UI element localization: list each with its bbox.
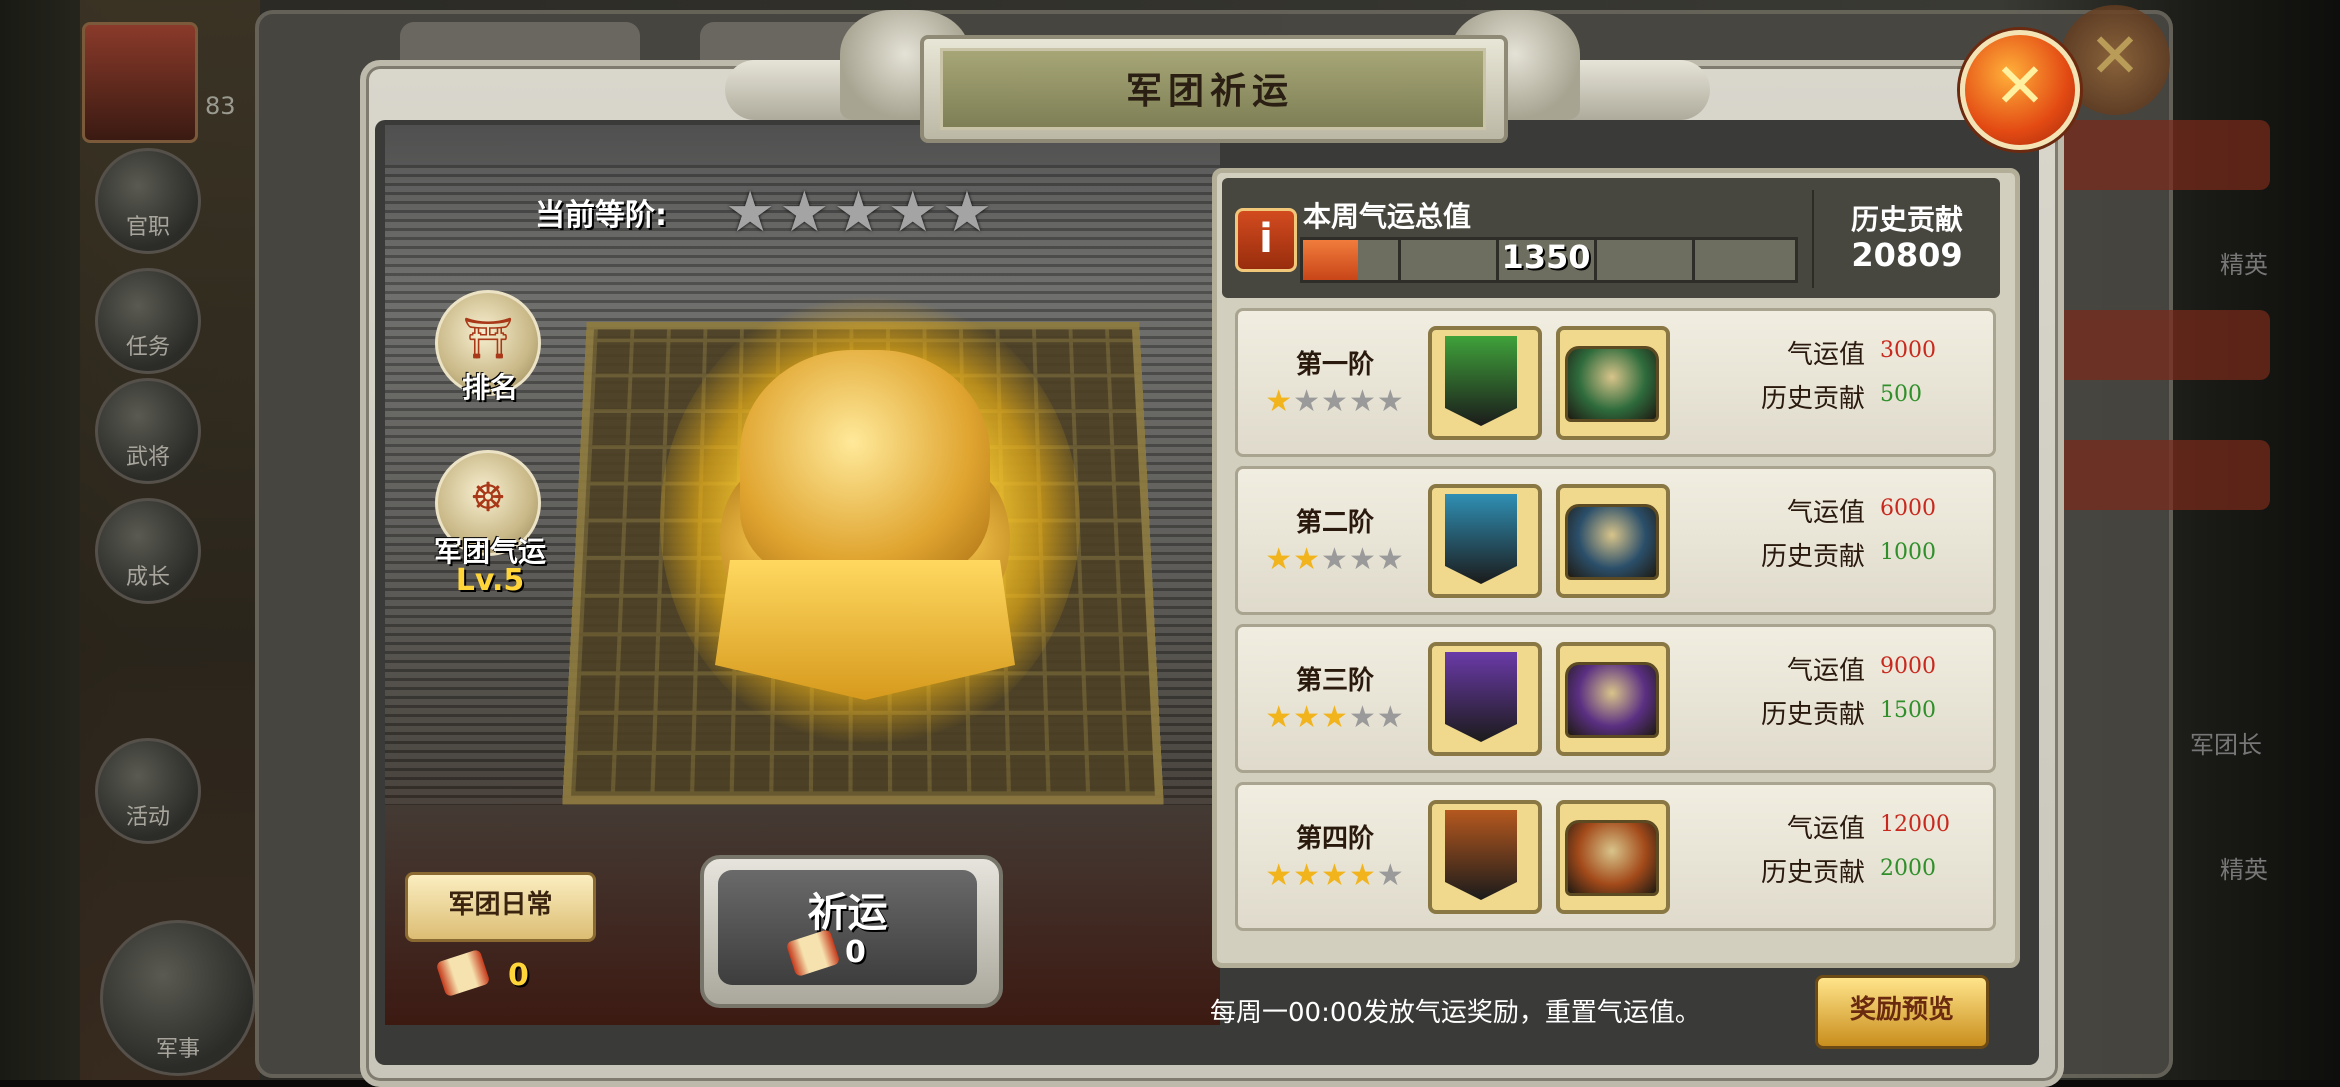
close-button[interactable]: ✕ [1960, 30, 2080, 150]
tier-stars: ★★★★★ [1250, 700, 1420, 735]
star-empty-icon: ★ [1321, 542, 1349, 577]
legion-daily-button[interactable]: 军团日常 [405, 872, 596, 942]
tier-name: 第二阶 [1255, 502, 1415, 539]
chest-icon [1565, 346, 1659, 422]
fortune-requirement-label: 气运值 [1735, 808, 1865, 845]
pray-count: 0 [845, 935, 866, 970]
tier-stars: ★★★★★ [1250, 542, 1420, 577]
reward-preview-button[interactable]: 奖励预览 [1815, 975, 1989, 1049]
banner-reward-slot[interactable] [1428, 642, 1542, 756]
history-contribution-value: 20809 [1822, 236, 1992, 274]
contribution-requirement-label: 历史贡献 [1735, 852, 1865, 889]
tier-name: 第一阶 [1255, 344, 1415, 381]
chest-reward-slot[interactable] [1556, 326, 1670, 440]
fortune-requirement-label: 气运值 [1735, 334, 1865, 371]
fortune-requirement-value: 6000 [1880, 496, 1936, 521]
fortune-requirement-label: 气运值 [1735, 650, 1865, 687]
star-filled-icon: ★ [1265, 700, 1293, 735]
fortune-requirement-value: 3000 [1880, 338, 1936, 363]
banner-icon [1445, 336, 1517, 426]
star-empty-icon: ★ [1349, 384, 1377, 419]
star-filled-icon: ★ [1293, 858, 1321, 893]
banner-reward-slot[interactable] [1428, 484, 1542, 598]
contribution-requirement-value: 500 [1880, 382, 1922, 407]
chest-icon [1565, 504, 1659, 580]
current-grade-stars: ★★★★★ [725, 180, 996, 245]
history-contribution-label: 历史贡献 [1822, 198, 1992, 238]
banner-icon [1445, 652, 1517, 742]
weekly-fortune-value: 1350 [1300, 238, 1792, 276]
banner-icon [1445, 494, 1517, 584]
weekly-fortune-label: 本周气运总值 [1303, 195, 1471, 235]
reset-notice: 每周一00:00发放气运奖励，重置气运值。 [1210, 992, 1701, 1029]
chest-reward-slot[interactable] [1556, 800, 1670, 914]
contribution-requirement-label: 历史贡献 [1735, 536, 1865, 573]
banner-reward-slot[interactable] [1428, 800, 1542, 914]
star-filled-icon: ★ [1349, 858, 1377, 893]
bg-menu-military: 军事 [100, 920, 256, 1076]
bg-menu-general: 武将 [95, 378, 201, 484]
star-filled-icon: ★ [1265, 384, 1293, 419]
star-empty-icon: ★ [1377, 700, 1405, 735]
tier-name: 第四阶 [1255, 818, 1415, 855]
contribution-requirement-value: 1500 [1880, 698, 1936, 723]
star-filled-icon: ★ [1293, 700, 1321, 735]
ranking-label: 排名 [390, 366, 590, 406]
banner-reward-slot[interactable] [1428, 326, 1542, 440]
bg-menu-activity: 活动 [95, 738, 201, 844]
fortune-requirement-value: 9000 [1880, 654, 1936, 679]
bg-menu-official: 官职 [95, 148, 201, 254]
star-empty-icon: ★ [1321, 384, 1349, 419]
chest-reward-slot[interactable] [1556, 484, 1670, 598]
star-empty-icon: ★ [1349, 700, 1377, 735]
star-filled-icon: ★ [1265, 542, 1293, 577]
contribution-requirement-label: 历史贡献 [1735, 378, 1865, 415]
current-grade-label: 当前等阶: [535, 190, 667, 234]
avatar [82, 22, 198, 143]
tier-stars: ★★★★★ [1250, 384, 1420, 419]
chest-icon [1565, 662, 1659, 738]
bg-text-elite-1: 精英 [2220, 245, 2268, 280]
dragon-crest-icon: ☸ [438, 475, 538, 521]
star-filled-icon: ★ [1293, 542, 1321, 577]
banner-icon [1445, 810, 1517, 900]
tier-name: 第三阶 [1255, 660, 1415, 697]
bg-text-elite-2: 精英 [2220, 850, 2268, 885]
star-empty-icon: ★ [1349, 542, 1377, 577]
fortune-level: Lv.5 [450, 563, 530, 598]
star-empty-icon: ★ [1293, 384, 1321, 419]
bg-right-button-2 [2050, 310, 2270, 380]
chest-reward-slot[interactable] [1556, 642, 1670, 756]
contribution-requirement-label: 历史贡献 [1735, 694, 1865, 731]
pavilion-icon: ⛩ [438, 315, 538, 362]
dialog-title: 军团祈运 [940, 62, 1480, 114]
star-filled-icon: ★ [1321, 858, 1349, 893]
bg-menu-growth: 成长 [95, 498, 201, 604]
star-empty-icon: ★ [1377, 858, 1405, 893]
bg-right-button-1 [2050, 120, 2270, 190]
star-filled-icon: ★ [1321, 700, 1349, 735]
bg-text-leader: 军团长 [2190, 725, 2262, 760]
pray-label: 祈运 [718, 880, 977, 938]
bg-menu-task: 任务 [95, 268, 201, 374]
info-button[interactable]: i [1235, 208, 1297, 272]
bg-right-button-3 [2050, 440, 2270, 510]
contribution-requirement-value: 1000 [1880, 540, 1936, 565]
star-filled-icon: ★ [1265, 858, 1293, 893]
fortune-requirement-value: 12000 [1880, 812, 1950, 837]
header-divider [1812, 190, 1814, 288]
chest-icon [1565, 820, 1659, 896]
contribution-requirement-value: 2000 [1880, 856, 1936, 881]
player-level: 83 [205, 92, 236, 120]
star-empty-icon: ★ [1377, 542, 1405, 577]
daily-scroll-count: 0 [508, 958, 529, 993]
close-icon: ✕ [1965, 49, 2075, 122]
dragon-seal-icon [740, 350, 990, 580]
tier-stars: ★★★★★ [1250, 858, 1420, 893]
star-empty-icon: ★ [1377, 384, 1405, 419]
fortune-requirement-label: 气运值 [1735, 492, 1865, 529]
